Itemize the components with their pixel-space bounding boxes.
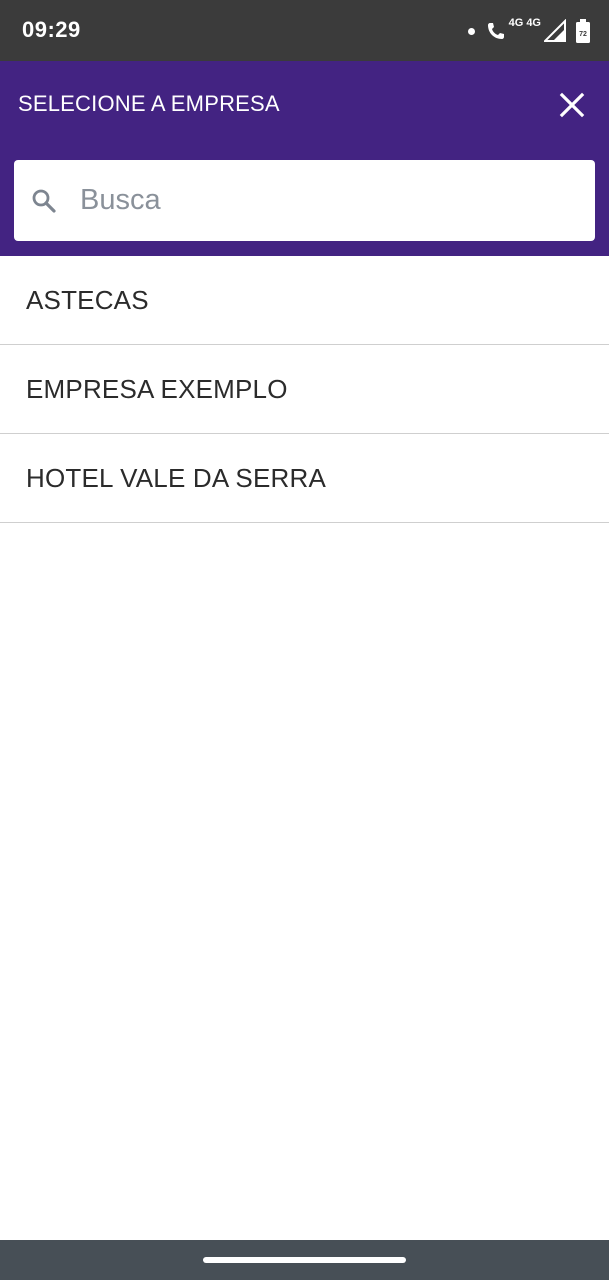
list-item-hotel-vale-da-serra[interactable]: HOTEL VALE DA SERRA <box>0 434 609 523</box>
signal-icon <box>544 19 566 42</box>
search-input[interactable] <box>80 160 580 241</box>
status-icons: 4G 4G 72 <box>467 15 591 47</box>
navigation-bar <box>0 1240 609 1280</box>
battery-icon: 72 <box>576 19 590 43</box>
list-item-astecas[interactable]: ASTECAS <box>0 256 609 345</box>
notification-dot-icon <box>467 27 475 35</box>
list-item-label: HOTEL VALE DA SERRA <box>26 462 327 493</box>
status-bar: 09:29 4G 4G 72 <box>0 0 609 61</box>
home-handle[interactable] <box>203 1257 406 1263</box>
battery-level: 72 <box>579 31 587 38</box>
wifi-call-icon <box>487 23 504 39</box>
close-icon <box>559 92 585 118</box>
search-box[interactable] <box>14 160 595 241</box>
company-list: ASTECAS EMPRESA EXEMPLO HOTEL VALE DA SE… <box>0 256 609 523</box>
app-bar: SELECIONE A EMPRESA <box>0 61 609 256</box>
status-time: 09:29 <box>22 17 81 42</box>
list-item-empresa-exemplo[interactable]: EMPRESA EXEMPLO <box>0 345 609 434</box>
list-item-label: ASTECAS <box>26 284 149 315</box>
network-type-label: 4G <box>508 17 524 29</box>
network-type-label-2: 4G <box>526 17 541 29</box>
page-title: SELECIONE A EMPRESA <box>18 91 280 116</box>
list-item-label: EMPRESA EXEMPLO <box>26 373 288 404</box>
search-icon <box>32 189 56 213</box>
close-button[interactable] <box>548 81 596 129</box>
